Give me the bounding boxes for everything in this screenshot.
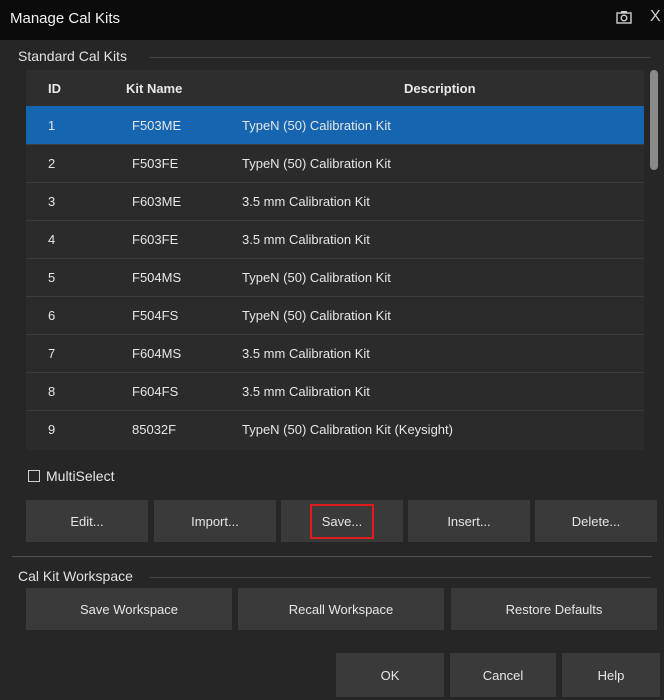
cell-id: 7 — [48, 346, 56, 361]
section-divider — [150, 57, 650, 58]
table-scrollbar[interactable] — [650, 70, 658, 170]
cell-id: 1 — [48, 118, 56, 133]
cell-id: 6 — [48, 308, 56, 323]
table-row[interactable]: 6 F504FS TypeN (50) Calibration Kit — [26, 296, 644, 335]
table-header: ID Kit Name Description — [26, 70, 644, 108]
edit-button-label: Edit... — [70, 513, 104, 529]
table-row[interactable]: 1 F503ME TypeN (50) Calibration Kit — [26, 106, 644, 145]
column-header-kit-name[interactable]: Kit Name — [126, 81, 182, 96]
cell-description: 3.5 mm Calibration Kit — [242, 384, 370, 399]
cell-kit-name: F603ME — [132, 194, 182, 209]
cell-kit-name: 85032F — [132, 422, 177, 437]
multiselect-checkbox[interactable] — [28, 470, 40, 482]
section-divider — [12, 556, 652, 557]
column-header-description[interactable]: Description — [404, 81, 476, 96]
cell-id: 4 — [48, 232, 56, 247]
cell-id: 9 — [48, 422, 56, 437]
cell-id: 2 — [48, 156, 56, 171]
recall-workspace-button[interactable]: Recall Workspace — [238, 588, 444, 630]
section-divider — [150, 577, 650, 578]
camera-icon[interactable] — [616, 10, 632, 24]
delete-button[interactable]: Delete... — [535, 500, 657, 542]
cancel-button[interactable]: Cancel — [450, 653, 556, 697]
restore-defaults-label: Restore Defaults — [505, 601, 603, 617]
table-row[interactable]: 2 F503FE TypeN (50) Calibration Kit — [26, 144, 644, 183]
table-row[interactable]: 4 F603FE 3.5 mm Calibration Kit — [26, 220, 644, 259]
cell-description: 3.5 mm Calibration Kit — [242, 346, 370, 361]
edit-button[interactable]: Edit... — [26, 500, 148, 542]
cell-id: 5 — [48, 270, 56, 285]
cell-description: TypeN (50) Calibration Kit (Keysight) — [242, 422, 453, 437]
restore-defaults-button[interactable]: Restore Defaults — [451, 588, 657, 630]
recall-workspace-label: Recall Workspace — [288, 601, 394, 617]
save-button-label: Save... — [309, 503, 375, 539]
table-row[interactable]: 7 F604MS 3.5 mm Calibration Kit — [26, 334, 644, 373]
cell-description: TypeN (50) Calibration Kit — [242, 270, 391, 285]
cell-kit-name: F604MS — [132, 346, 182, 361]
column-header-id[interactable]: ID — [48, 81, 61, 96]
table-row[interactable]: 5 F504MS TypeN (50) Calibration Kit — [26, 258, 644, 297]
help-button[interactable]: Help — [562, 653, 660, 697]
cal-kits-table: ID Kit Name Description 1 F503ME TypeN (… — [26, 70, 644, 450]
cell-kit-name: F504FS — [132, 308, 179, 323]
cal-kit-workspace-label: Cal Kit Workspace — [18, 568, 133, 584]
cell-kit-name: F503FE — [132, 156, 179, 171]
cell-description: TypeN (50) Calibration Kit — [242, 118, 391, 133]
delete-button-label: Delete... — [571, 513, 621, 529]
table-row[interactable]: 3 F603ME 3.5 mm Calibration Kit — [26, 182, 644, 221]
table-row[interactable]: 9 85032F TypeN (50) Calibration Kit (Key… — [26, 410, 644, 449]
cell-id: 8 — [48, 384, 56, 399]
import-button-label: Import... — [191, 513, 239, 529]
cell-description: 3.5 mm Calibration Kit — [242, 232, 370, 247]
ok-button[interactable]: OK — [336, 653, 444, 697]
cell-kit-name: F603FE — [132, 232, 179, 247]
save-workspace-label: Save Workspace — [79, 601, 179, 617]
cell-kit-name: F504MS — [132, 270, 182, 285]
save-workspace-button[interactable]: Save Workspace — [26, 588, 232, 630]
help-button-label: Help — [597, 667, 625, 683]
save-button[interactable]: Save... — [281, 500, 403, 542]
multiselect-label: MultiSelect — [46, 468, 115, 484]
cell-id: 3 — [48, 194, 56, 209]
close-icon[interactable]: X — [650, 8, 661, 26]
title-bar: Manage Cal Kits X — [0, 0, 664, 40]
standard-cal-kits-label: Standard Cal Kits — [18, 48, 127, 64]
cell-kit-name: F503ME — [132, 118, 182, 133]
cell-description: TypeN (50) Calibration Kit — [242, 308, 391, 323]
import-button[interactable]: Import... — [154, 500, 276, 542]
insert-button-label: Insert... — [447, 513, 491, 529]
table-row[interactable]: 8 F604FS 3.5 mm Calibration Kit — [26, 372, 644, 411]
window-title: Manage Cal Kits — [10, 10, 121, 27]
insert-button[interactable]: Insert... — [408, 500, 530, 542]
ok-button-label: OK — [380, 667, 400, 683]
cell-description: 3.5 mm Calibration Kit — [242, 194, 370, 209]
cell-description: TypeN (50) Calibration Kit — [242, 156, 391, 171]
cell-kit-name: F604FS — [132, 384, 179, 399]
cancel-button-label: Cancel — [482, 667, 524, 683]
